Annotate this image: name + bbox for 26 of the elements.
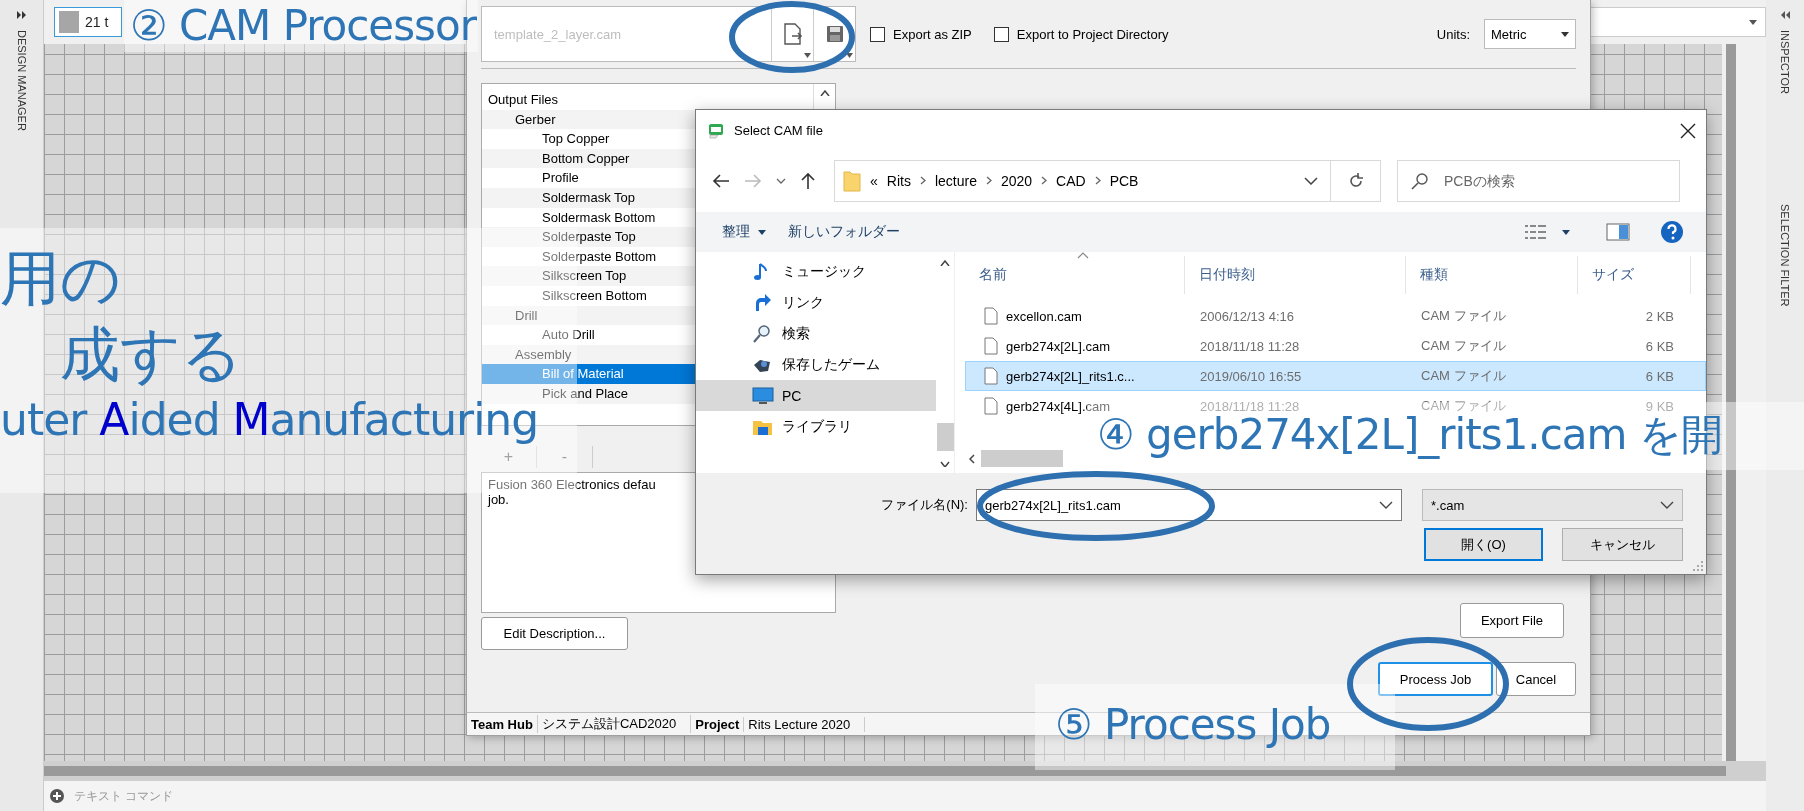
status-value: Rits Lecture 2020: [743, 716, 866, 732]
annotation-text: 用の: [0, 242, 121, 315]
annotation-text: ② CAM Processor: [130, 1, 476, 51]
file-size: 6 KB: [1644, 368, 1675, 384]
file-date: 2006/12/13 4:16: [1199, 308, 1295, 324]
file-type: CAM ファイル: [1420, 367, 1507, 385]
file-name: excellon.cam: [1006, 308, 1082, 324]
file-type: CAM ファイル: [1420, 307, 1507, 325]
file-date: 2019/06/10 16:55: [1199, 368, 1303, 384]
file-size: 6 KB: [1644, 338, 1675, 354]
file-size: 2 KB: [1644, 308, 1675, 324]
checkbox-label: Export as ZIP: [893, 26, 972, 42]
status-label: Project: [694, 716, 741, 732]
file-type: CAM ファイル: [1420, 337, 1507, 355]
checkbox-label: Export to Project Directory: [1016, 26, 1169, 42]
status-value: システム設計CAD2020: [536, 715, 692, 733]
file-date: 2018/11/18 11:28: [1199, 338, 1301, 354]
annotation-text: 成する: [59, 318, 242, 391]
status-label: Team Hub: [470, 716, 534, 732]
file-name: gerb274x[2L]_rits1.c...: [1006, 368, 1135, 384]
filename-label: ファイル名(N):: [880, 496, 969, 514]
file-name: gerb274x[2L].cam: [1006, 338, 1111, 354]
units-label: Units:: [1436, 26, 1470, 42]
description-text: Fusion 360 Electronics defau: [488, 477, 657, 492]
annotation-text: ⑤ Process Job: [1055, 700, 1331, 750]
description-text: job.: [488, 492, 510, 507]
